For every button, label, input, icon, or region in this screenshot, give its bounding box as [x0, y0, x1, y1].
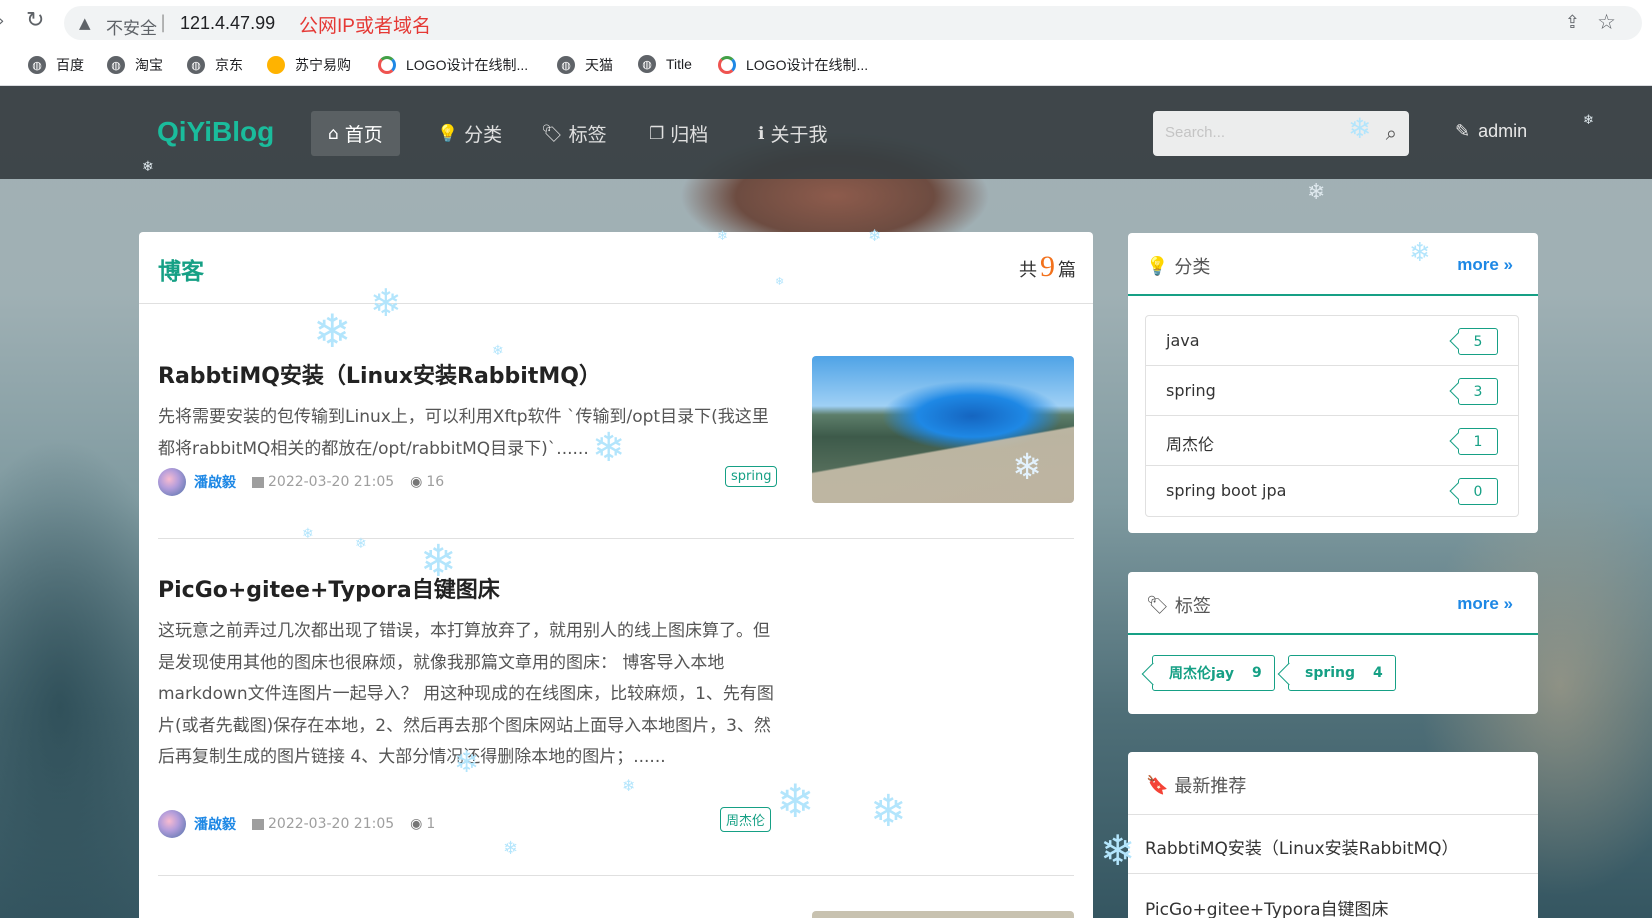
insecure-label[interactable]: 不安全	[106, 14, 157, 39]
category-list: java 5 spring 3 周杰伦 1 spring boot jpa 0	[1145, 315, 1519, 517]
archive-icon: ❐	[649, 123, 665, 144]
bookmark-baidu[interactable]: ◍ 百度	[28, 55, 84, 75]
bookmark-taobao[interactable]: ◍ 淘宝	[107, 55, 163, 75]
globe-icon: ◍	[638, 55, 656, 73]
search-box: ⌕	[1153, 111, 1409, 156]
url-text[interactable]: 121.4.47.99	[180, 13, 275, 34]
post-date: 2022-03-20 21:05	[268, 474, 395, 490]
categories-card: 💡 分类 more » java 5 spring 3 周杰伦 1 spring boo…	[1128, 233, 1538, 533]
category-count: 0	[1458, 478, 1498, 505]
post-meta: 潘啟毅 2022-03-20 21:05 ◉ 16	[158, 468, 444, 496]
recommend-item[interactable]: PicGo+gitee+Typora自键图床	[1145, 895, 1389, 918]
logo-design-icon	[378, 56, 396, 74]
admin-link[interactable]: ✎ admin	[1455, 121, 1527, 142]
bookmark-jd[interactable]: ◍ 京东	[187, 55, 243, 75]
site-brand[interactable]: QiYiBlog	[157, 116, 274, 148]
post-divider	[158, 538, 1074, 539]
post-divider	[158, 875, 1074, 876]
category-item[interactable]: spring boot jpa 0	[1146, 466, 1518, 516]
suning-icon	[267, 56, 285, 74]
post-title[interactable]: RabbtiMQ安装（Linux安装RabbitMQ）	[158, 358, 601, 390]
logo-design-icon	[718, 56, 736, 74]
calendar-icon	[252, 818, 264, 830]
search-input[interactable]	[1165, 124, 1345, 141]
eye-icon: ◉	[410, 816, 423, 832]
post-views: 1	[426, 816, 436, 832]
lightbulb-icon: 💡	[437, 123, 459, 144]
nav-categories[interactable]: 💡 分类	[420, 111, 519, 156]
info-icon: ℹ	[758, 123, 765, 144]
tags-header: 🏷 标签 more »	[1128, 572, 1538, 635]
post-views: 16	[426, 474, 445, 490]
categories-header: 💡 分类 more »	[1128, 233, 1538, 296]
share-icon[interactable]: ⇪	[1565, 12, 1580, 33]
tags-card: 🏷 标签 more »	[1128, 572, 1538, 714]
double-chevron-right-icon: »	[1503, 594, 1513, 613]
tags-more-link[interactable]: more »	[1457, 594, 1513, 614]
separator: |	[160, 12, 167, 33]
browser-address-bar: › ↻ ▲ 不安全 | 121.4.47.99 公网IP或者域名 ⇪ ☆	[0, 0, 1652, 46]
bookmark-suning[interactable]: 苏宁易购	[267, 55, 351, 75]
category-item[interactable]: 周杰伦 1	[1146, 416, 1518, 466]
globe-icon: ◍	[28, 56, 46, 74]
post-author[interactable]: 潘啟毅	[194, 472, 236, 492]
globe-icon: ◍	[187, 56, 205, 74]
nav-about[interactable]: ℹ 关于我	[741, 111, 844, 156]
post-date: 2022-03-20 21:05	[268, 816, 395, 832]
categories-more-link[interactable]: more »	[1457, 255, 1513, 275]
address-field[interactable]: ▲ 不安全 | 121.4.47.99 公网IP或者域名 ⇪ ☆	[64, 6, 1642, 40]
category-count: 5	[1458, 328, 1498, 355]
post-count: 共 9 篇	[1019, 250, 1076, 283]
avatar[interactable]	[158, 810, 186, 838]
recommend-divider	[1128, 873, 1538, 874]
eye-icon: ◉	[410, 474, 423, 490]
nav-tags[interactable]: 🏷 标签	[524, 111, 624, 156]
post-cover-image[interactable]	[812, 356, 1074, 503]
bookmark-icon: 🔖	[1146, 774, 1169, 796]
nav-archive[interactable]: ❐ 归档	[632, 111, 725, 156]
bookmarks-bar: ¦ ◍百度 ◍淘宝 ◍京东 苏宁易购 LOGO设计在线制... ◍天猫 ◍Tit…	[0, 46, 1652, 126]
post-excerpt: 这玩意之前弄过几次都出现了错误，本打算放弃了，就用别人的线上图床算了。但是发现使…	[158, 621, 774, 767]
search-icon[interactable]: ⌕	[1386, 121, 1397, 145]
warning-icon[interactable]: ▲	[79, 14, 91, 32]
bookmark-star-icon[interactable]: ☆	[1597, 10, 1616, 34]
globe-icon: ◍	[557, 56, 575, 74]
bookmark-logo-design-1[interactable]: LOGO设计在线制...	[378, 55, 528, 75]
nav-home[interactable]: ⌂ 首页	[311, 111, 400, 156]
blog-list-title: 博客	[158, 259, 204, 285]
avatar[interactable]	[158, 468, 186, 496]
bookmark-tmall[interactable]: ◍ 天猫	[557, 55, 613, 75]
category-item[interactable]: java 5	[1146, 316, 1518, 366]
pencil-icon: ✎	[1455, 121, 1471, 141]
blog-list-header: 博客 共 9 篇	[139, 232, 1093, 304]
tags-icon: 🏷	[541, 123, 563, 144]
post-tag[interactable]: spring	[725, 466, 778, 487]
post-author[interactable]: 潘啟毅	[194, 814, 236, 834]
reload-icon[interactable]: ↻	[26, 8, 44, 33]
recommend-header: 🔖 最新推荐	[1128, 752, 1538, 815]
lightbulb-icon: 💡	[1146, 255, 1169, 277]
category-count: 3	[1458, 378, 1498, 405]
url-annotation: 公网IP或者域名	[299, 16, 431, 37]
tags-icon: 🏷	[1146, 594, 1169, 616]
post-title[interactable]: PicGo+gitee+Typora自键图床	[158, 572, 500, 604]
calendar-icon	[252, 476, 264, 488]
category-count: 1	[1458, 428, 1498, 455]
home-icon: ⌂	[328, 123, 339, 144]
post-cover-image[interactable]	[812, 911, 1074, 918]
bookmark-cut-glyph: ¦	[0, 55, 1, 71]
bookmark-logo-design-2[interactable]: LOGO设计在线制...	[718, 55, 868, 75]
post-tag[interactable]: 周杰伦	[720, 807, 772, 832]
double-chevron-right-icon: »	[1503, 255, 1513, 274]
tag-pill[interactable]: 周杰伦jay 9	[1152, 655, 1275, 691]
post-excerpt: 先将需要安装的包传输到Linux上，可以利用Xftp软件 `传输到/opt目录下…	[158, 407, 769, 459]
recommend-item[interactable]: RabbtiMQ安装（Linux安装RabbitMQ）	[1145, 834, 1459, 859]
post-meta: 潘啟毅 2022-03-20 21:05 ◉ 1	[158, 810, 435, 838]
recommend-card: 🔖 最新推荐 RabbtiMQ安装（Linux安装RabbitMQ） PicGo+…	[1128, 752, 1538, 918]
bookmark-title[interactable]: ◍ Title	[638, 55, 692, 73]
globe-icon: ◍	[107, 56, 125, 74]
forward-icon[interactable]: ›	[0, 11, 4, 30]
category-item[interactable]: spring 3	[1146, 366, 1518, 416]
tag-pill[interactable]: spring 4	[1288, 655, 1396, 691]
